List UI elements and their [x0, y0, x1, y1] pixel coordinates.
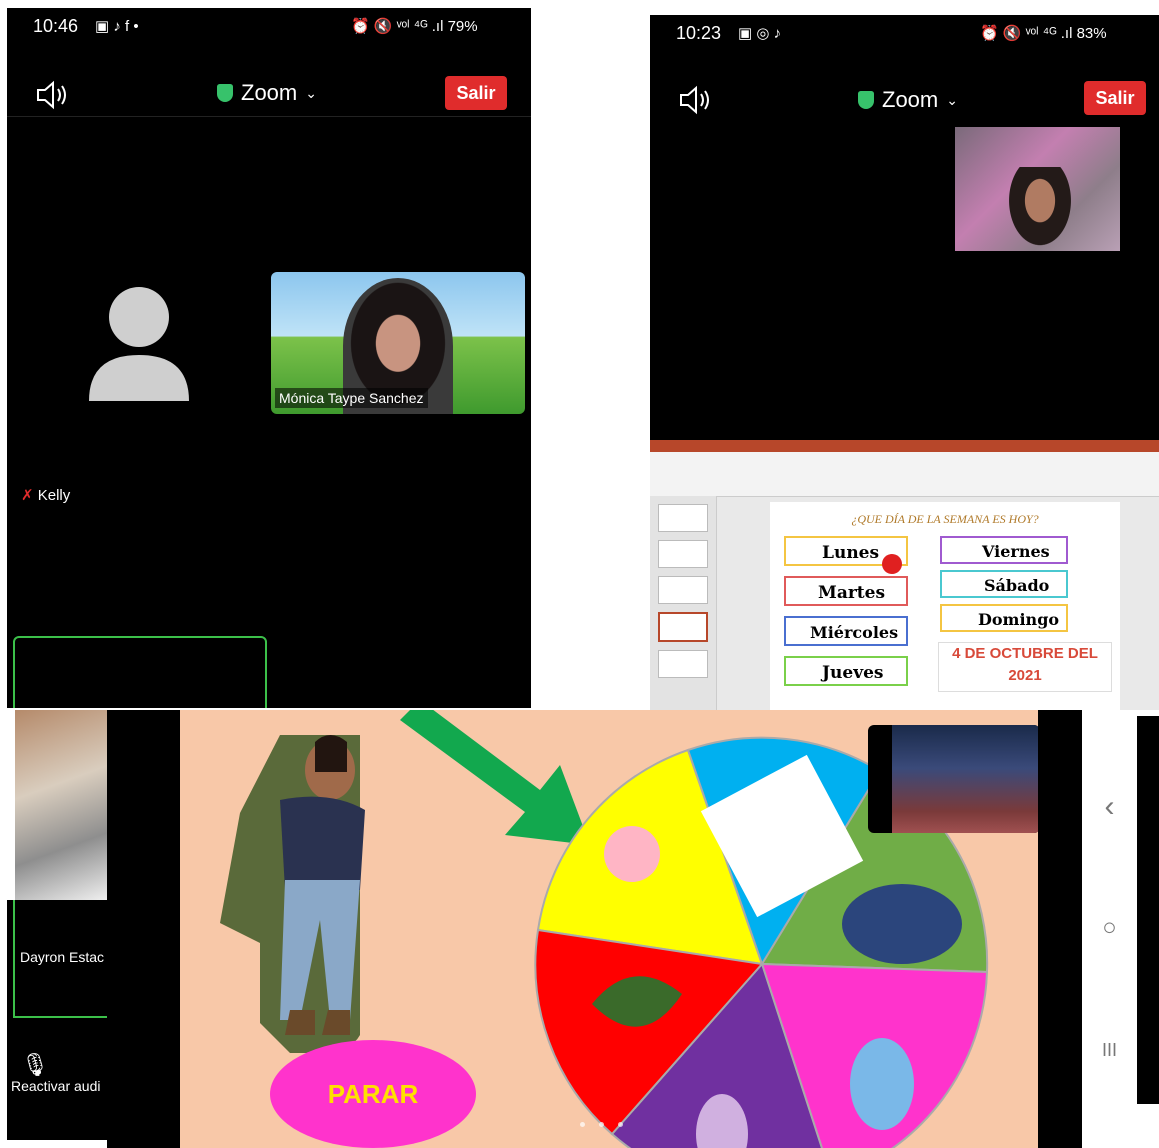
powerpoint-window: ¿QUE DÍA DE LA SEMANA ES HOY? Lunes Mart…: [650, 440, 1159, 710]
nav-home-icon[interactable]: ○: [1082, 914, 1137, 942]
muted-mic-icon: 🎙: [21, 1052, 49, 1077]
right-phone-screen: 10:23 ▣ ◎ ♪ ⏰ 🔇 ᵛᵒˡ ⁴ᴳ .ıl 83% Zoom ⌄ Sa…: [650, 15, 1159, 440]
zoom-title: Zoom: [882, 87, 939, 112]
left-status-icons: ▣ ♪ f •: [95, 18, 139, 35]
stop-button[interactable]: PARAR: [270, 1040, 476, 1148]
slide-date-line2: 2021: [1008, 667, 1042, 684]
game-black-right: [1038, 710, 1082, 1148]
day-card-sabado: Sábado: [940, 570, 1068, 598]
exit-button[interactable]: Salir: [445, 76, 507, 110]
video-tile-dayron[interactable]: [13, 636, 267, 708]
header-divider: [7, 116, 531, 117]
right-status-time: 10:23: [676, 23, 722, 43]
ppt-ribbon: [650, 452, 1159, 497]
ppt-titlebar: [650, 440, 1159, 452]
wheel-blue-character: [850, 1038, 914, 1130]
red-dot-marker: [882, 554, 902, 574]
slide-question: ¿QUE DÍA DE LA SEMANA ES HOY?: [851, 512, 1039, 526]
person-cutout-image: [220, 730, 385, 1055]
avatar-placeholder-icon: [87, 283, 191, 408]
page-indicator-dots: [580, 1122, 623, 1127]
left-status-time: 10:46: [33, 16, 79, 36]
day-card-jueves: Jueves: [784, 656, 908, 686]
chevron-down-icon: ⌄: [946, 91, 958, 108]
speaker-icon[interactable]: [35, 80, 69, 115]
shield-icon: [217, 84, 233, 102]
left-status-right: ⏰ 🔇 ᵛᵒˡ ⁴ᴳ .ıl 79%: [351, 18, 478, 35]
participant-kelly-name: Kelly: [37, 487, 71, 504]
game-black-left: [107, 710, 180, 1148]
day-card-domingo: Domingo: [940, 604, 1068, 632]
participant-kelly: ✗ Kelly: [21, 486, 70, 504]
muted-mic-icon: ✗: [21, 487, 34, 504]
ppt-slide: ¿QUE DÍA DE LA SEMANA ES HOY? Lunes Mart…: [770, 502, 1120, 710]
chevron-down-icon: ⌄: [305, 84, 317, 101]
slide-date: 4 DE OCTUBRE DEL 2021: [938, 642, 1112, 692]
zoom-menu-button[interactable]: Zoom ⌄: [217, 80, 317, 106]
self-video-person: [1005, 167, 1075, 251]
unmute-label: Reactivar audi: [11, 1078, 101, 1094]
day-card-miercoles: Miércoles: [784, 616, 908, 646]
participant-monica-name: Mónica Taype Sanchez: [275, 388, 428, 408]
nav-back-icon[interactable]: ‹: [1082, 790, 1137, 824]
ppt-slide-thumbnails[interactable]: [650, 496, 717, 710]
floating-video-thumbnail[interactable]: [868, 725, 1040, 833]
wheel-dancers: [842, 884, 962, 964]
wheel-girl-figure: [604, 826, 660, 882]
right-edge-black: [1137, 716, 1159, 1104]
day-card-martes: Martes: [784, 576, 908, 606]
left-phone-screen: 10:46 ▣ ♪ f • ⏰ 🔇 ᵛᵒˡ ⁴ᴳ .ıl 79% Zoom ⌄ …: [7, 8, 531, 708]
right-status-icons: ▣ ◎ ♪: [738, 25, 782, 42]
nav-recent-icon[interactable]: III: [1082, 1040, 1137, 1061]
stop-button-label: PARAR: [327, 1078, 419, 1109]
participant-dayron-name: Dayron Estac: [20, 949, 105, 965]
day-card-viernes: Viernes: [940, 536, 1068, 564]
self-video-thumbnail[interactable]: [955, 127, 1120, 251]
unmute-button[interactable]: 🎙 Reactivar audi: [7, 1052, 107, 1112]
dayron-video: [15, 710, 107, 900]
speaker-icon[interactable]: [678, 85, 712, 120]
exit-button[interactable]: Salir: [1084, 81, 1146, 115]
video-tile-monica[interactable]: Mónica Taype Sanchez: [271, 272, 525, 414]
zoom-title: Zoom: [241, 80, 298, 105]
slide-date-line1: 4 DE OCTUBRE DEL: [952, 645, 1098, 662]
zoom-menu-button[interactable]: Zoom ⌄: [858, 87, 958, 113]
shield-icon: [858, 91, 874, 109]
right-status-right: ⏰ 🔇 ᵛᵒˡ ⁴ᴳ .ıl 83%: [980, 25, 1107, 42]
floating-video-content: [892, 725, 1040, 833]
android-nav-bar: ‹ ○ III: [1082, 710, 1137, 1148]
